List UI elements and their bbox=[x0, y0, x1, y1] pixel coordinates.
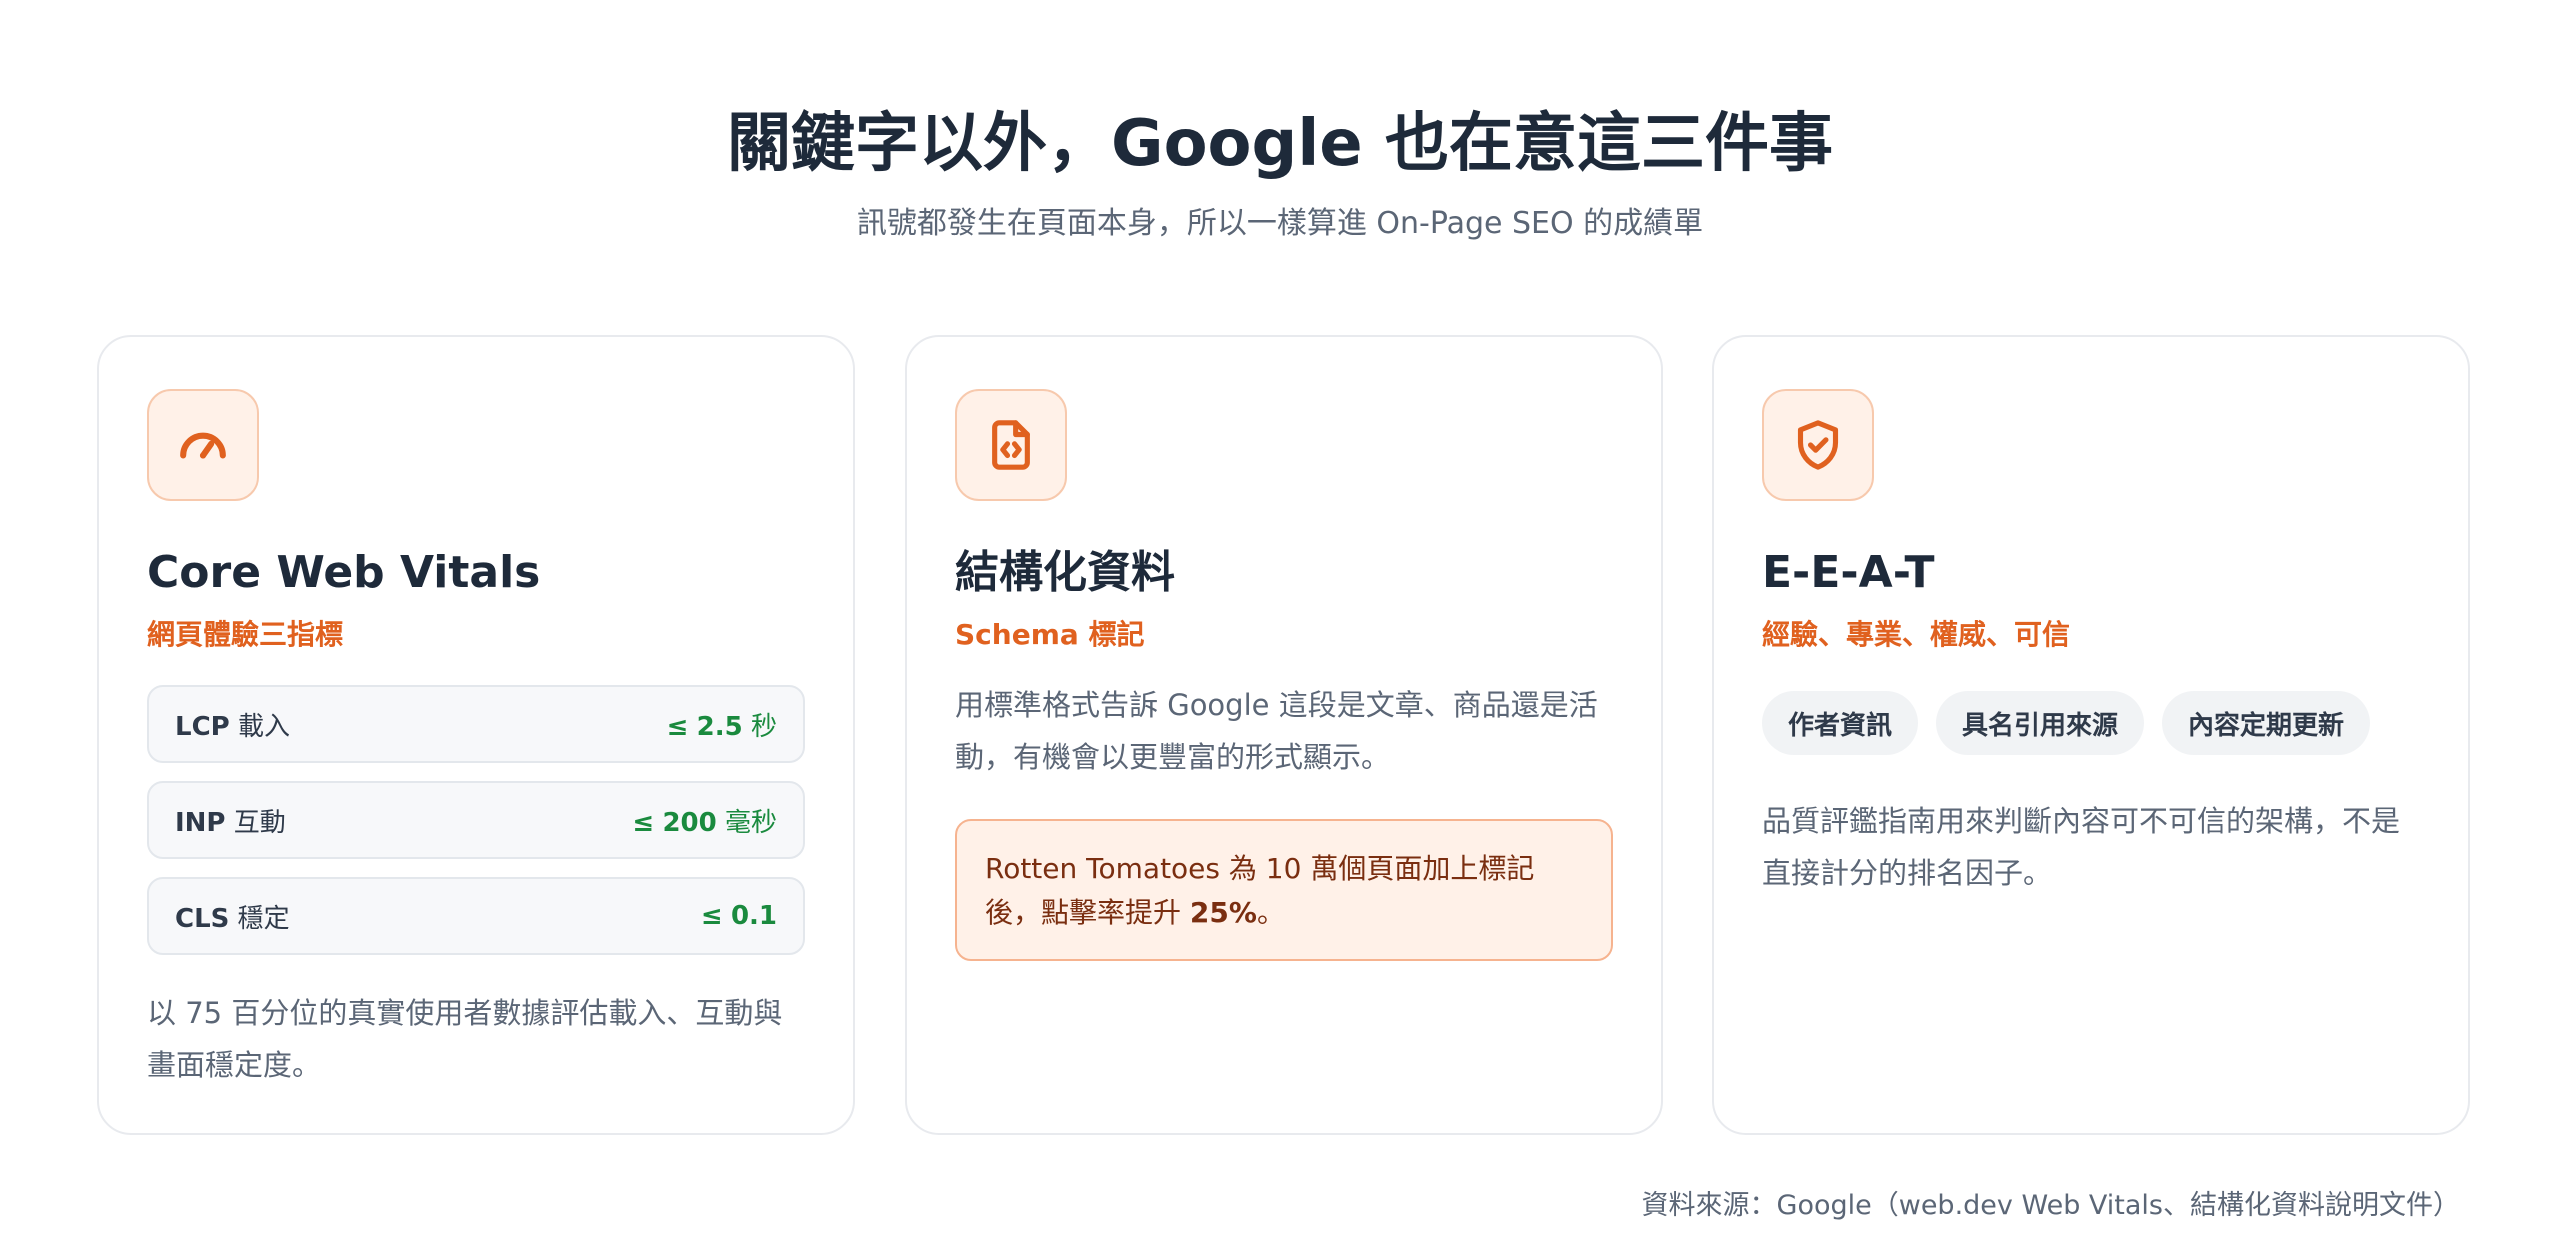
card-description: 以 75 百分位的真實使用者數據評估載入、互動與畫面穩定度。 bbox=[147, 996, 783, 1082]
tag-cited-sources: 具名引用來源 bbox=[1936, 691, 2145, 755]
tag-author-info: 作者資訊 bbox=[1762, 691, 1919, 755]
metric-value: ≤ 2.5 秒 bbox=[666, 711, 777, 742]
card-title: Core Web Vitals bbox=[147, 547, 541, 598]
card-description: 品質評鑑指南用來判斷內容可不可信的架構，不是直接計分的排名因子。 bbox=[1762, 804, 2401, 890]
card-description: 用標準格式告訴 Google 這段是文章、商品還是活動，有機會以更豐富的形式顯示… bbox=[955, 688, 1598, 774]
metric-label: CLS 穩定 bbox=[175, 903, 290, 934]
card-title: 結構化資料 bbox=[955, 547, 1175, 598]
case-study-callout: Rotten Tomatoes 為 10 萬個頁面加上標記後，點擊率提升 25%… bbox=[955, 819, 1613, 961]
shield-check-icon bbox=[1762, 389, 1874, 501]
page-subtitle: 訊號都發生在頁面本身，所以一樣算進 On-Page SEO 的成績單 bbox=[856, 206, 1704, 241]
header: 關鍵字以外，Google 也在意這三件事 訊號都發生在頁面本身，所以一樣算進 O… bbox=[0, 100, 2560, 246]
metric-inp: INP 互動 ≤ 200 毫秒 bbox=[147, 781, 805, 859]
page-title: 關鍵字以外，Google 也在意這三件事 bbox=[727, 107, 1833, 181]
speedometer-icon bbox=[147, 389, 259, 501]
tag-list: 作者資訊 具名引用來源 內容定期更新 bbox=[1762, 691, 2420, 755]
card-subtitle: 經驗、專業、權威、可信 bbox=[1762, 618, 2071, 651]
code-file-icon bbox=[955, 389, 1067, 501]
card-core-web-vitals: Core Web Vitals 網頁體驗三指標 LCP 載入 ≤ 2.5 秒 I… bbox=[97, 335, 855, 1135]
metric-value: ≤ 0.1 bbox=[700, 901, 777, 931]
metric-lcp: LCP 載入 ≤ 2.5 秒 bbox=[147, 685, 805, 763]
card-title: E-E-A-T bbox=[1762, 547, 1935, 598]
source-note: 資料來源：Google（web.dev Web Vitals、結構化資料說明文件… bbox=[1641, 1190, 2460, 1221]
card-structured-data: 結構化資料 Schema 標記 用標準格式告訴 Google 這段是文章、商品還… bbox=[905, 335, 1663, 1135]
metric-cls: CLS 穩定 ≤ 0.1 bbox=[147, 877, 805, 955]
tag-regular-updates: 內容定期更新 bbox=[2162, 691, 2371, 755]
card-subtitle: Schema 標記 bbox=[955, 618, 1145, 651]
metric-label: LCP 載入 bbox=[175, 711, 290, 742]
metric-label: INP 互動 bbox=[175, 807, 286, 838]
card-eeat: E-E-A-T 經驗、專業、權威、可信 作者資訊 具名引用來源 內容定期更新 品… bbox=[1712, 335, 2470, 1135]
card-subtitle: 網頁體驗三指標 bbox=[147, 618, 344, 651]
metric-value: ≤ 200 毫秒 bbox=[632, 807, 777, 838]
